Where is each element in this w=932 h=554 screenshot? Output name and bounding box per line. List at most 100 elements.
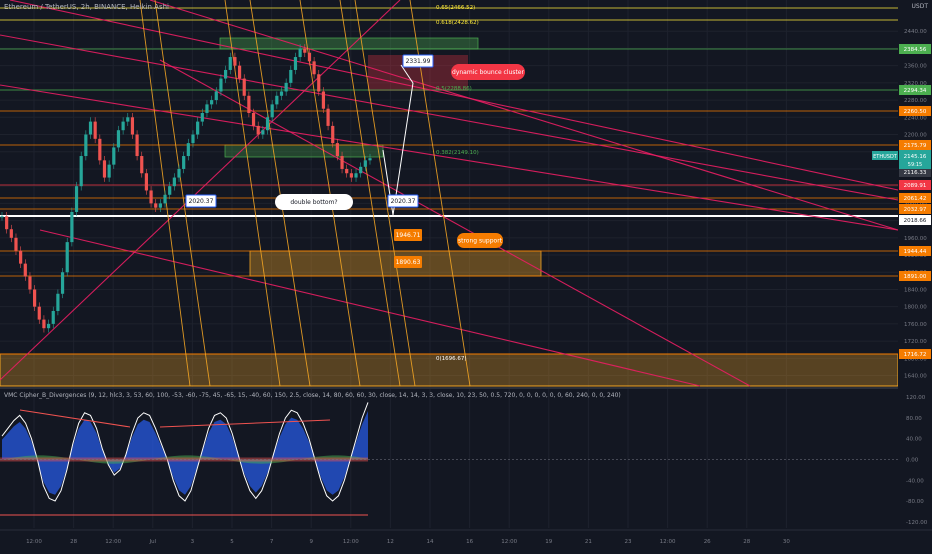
price-label-text: 2061.42	[904, 196, 927, 202]
candle-body	[107, 164, 111, 178]
resistance-zone-green	[219, 37, 479, 50]
candle-body	[228, 57, 232, 70]
candle-body	[326, 108, 330, 126]
candle-body	[158, 203, 162, 208]
time-axis: 12:00 28 12:00 Jul 3 5 7 9 12:00 12 14 16 12:00 19 21 2…	[26, 539, 790, 545]
callout: double bottom?	[275, 194, 353, 210]
candle-body	[289, 69, 293, 83]
callout-text: 2020.37	[391, 198, 416, 205]
candle-body	[154, 203, 158, 208]
price-label: 2018.66	[899, 215, 931, 225]
price-label: 2294.34	[899, 85, 931, 95]
candle-body	[223, 69, 228, 79]
candle-body	[28, 276, 32, 290]
indicator-tick: 80.00	[906, 416, 922, 422]
price-label-text: 2175.79	[904, 143, 927, 149]
candle-body	[359, 166, 363, 174]
candle-body	[275, 95, 279, 105]
time-tick: 12	[387, 539, 394, 545]
candle-body	[140, 156, 144, 174]
price-label: 1944.44	[899, 246, 931, 256]
candle-body	[130, 117, 135, 135]
candle-body	[46, 323, 51, 329]
candle-body	[84, 134, 88, 157]
indicator-pane	[0, 402, 898, 516]
time-tick: 12:00	[660, 539, 676, 545]
candle-body	[149, 190, 153, 204]
price-tick: 1760.00	[904, 322, 927, 328]
price-label: 2384.56	[899, 44, 931, 54]
time-tick: 9	[309, 539, 313, 545]
price-label: 2089.91	[899, 180, 931, 190]
callout-text: 1890.63	[396, 259, 421, 266]
candle-body	[335, 143, 339, 157]
candle-body	[126, 117, 130, 122]
indicator-title: VMC Cipher_B_Divergences (9, 12, hlc3, 3…	[4, 392, 621, 399]
candle-body	[247, 95, 251, 113]
candle-body	[307, 52, 312, 62]
candle-body	[317, 74, 321, 92]
time-tick: 5	[230, 539, 234, 545]
candle-body	[279, 91, 284, 96]
candle-body	[172, 177, 176, 187]
time-tick: 30	[783, 539, 790, 545]
callout: 1946.71	[394, 229, 422, 241]
fib-label: 0.382(2149.10)	[436, 150, 479, 156]
candle-body	[112, 147, 116, 165]
candle-body	[340, 156, 344, 169]
time-tick: Jul	[148, 539, 156, 545]
candle-body	[298, 48, 302, 58]
price-tick: 2240.00	[904, 115, 927, 121]
price-tick: 2280.00	[904, 98, 927, 104]
candle-body	[65, 242, 69, 273]
indicator-tick: 120.00	[906, 395, 926, 401]
indicator-tick: 40.00	[906, 437, 922, 443]
time-tick: 12:00	[343, 539, 359, 545]
current-price-tag: ETHUSDT 2145.16 59:15	[872, 150, 931, 169]
candle-body	[33, 289, 37, 307]
countdown-text: 59:15	[908, 162, 922, 168]
candle-body	[349, 173, 353, 178]
callout-text: dynamic bounce cluster	[452, 69, 524, 76]
price-tick: 1840.00	[904, 287, 927, 293]
price-tick: 1720.00	[904, 339, 927, 345]
price-tick: 2360.00	[904, 64, 927, 70]
candle-body	[144, 173, 149, 191]
callout-text: 1946.71	[396, 232, 421, 239]
candle-body	[214, 91, 218, 101]
time-tick: 3	[191, 539, 195, 545]
time-tick: 28	[743, 539, 750, 545]
candle-body	[237, 65, 242, 79]
fib-label: 0.618(2428.62)	[436, 20, 479, 26]
callout: dynamic bounce cluster	[451, 64, 525, 80]
price-tick: 2200.00	[904, 133, 927, 139]
callout: 2020.37	[185, 194, 217, 208]
candle-body	[261, 130, 265, 135]
candle-body	[345, 168, 349, 174]
price-label-text: 2032.97	[904, 207, 927, 213]
candle-body	[19, 250, 23, 264]
candle-body	[163, 194, 167, 204]
callout: 1890.63	[394, 256, 422, 268]
currency-label: USDT	[911, 3, 929, 10]
candle-body	[56, 293, 60, 311]
candle-body	[0, 216, 4, 218]
callout-text: double bottom?	[290, 199, 337, 206]
callout: 2020.37	[387, 194, 419, 208]
candle-body	[303, 48, 307, 53]
main-chart-svg[interactable]: 0.65(2466.52) 0.618(2428.62) 0.5(2288.86) 0…	[0, 0, 932, 550]
candle-body	[121, 121, 125, 131]
callout: 2331.99	[402, 54, 434, 68]
candle-body	[60, 272, 65, 294]
candle-body	[242, 78, 246, 96]
candle-body	[265, 117, 270, 131]
candle-body	[284, 82, 288, 92]
time-tick: 12:00	[501, 539, 517, 545]
price-label-text: 2260.50	[904, 109, 927, 115]
price-label-text: 1944.44	[904, 249, 927, 255]
candle-body	[9, 229, 13, 238]
fib-label: 0.5(2288.86)	[436, 86, 472, 92]
candle-body	[74, 186, 79, 212]
candle-body	[177, 168, 181, 178]
price-label: 2032.97	[899, 204, 931, 214]
